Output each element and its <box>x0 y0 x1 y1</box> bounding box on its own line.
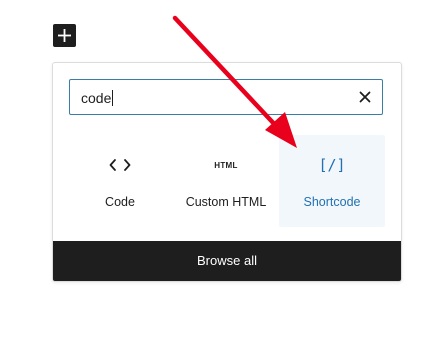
clear-search-button[interactable] <box>357 89 373 105</box>
block-item-code[interactable]: Code <box>67 135 173 227</box>
block-item-label: Shortcode <box>303 195 361 209</box>
block-item-label: Custom HTML <box>185 195 267 209</box>
html-icon: HTML <box>214 160 238 170</box>
search-input-value: code <box>81 90 112 106</box>
plus-icon <box>58 29 71 42</box>
block-inserter-popover: code Code HTML Custom HTML [/] Shortcode… <box>52 62 402 282</box>
shortcode-icon: [/] <box>318 156 346 174</box>
block-results-list: Code HTML Custom HTML [/] Shortcode <box>67 135 385 227</box>
block-item-custom-html[interactable]: HTML Custom HTML <box>173 135 279 227</box>
block-item-shortcode[interactable]: [/] Shortcode <box>279 135 385 227</box>
text-caret <box>112 90 114 106</box>
close-icon <box>359 91 371 103</box>
add-block-button[interactable] <box>53 24 76 47</box>
search-input[interactable]: code <box>69 79 383 115</box>
page: code Code HTML Custom HTML [/] Shortcode… <box>0 0 433 337</box>
code-brackets-icon <box>67 153 173 177</box>
block-item-label: Code <box>105 195 135 209</box>
browse-all-button[interactable]: Browse all <box>53 241 401 281</box>
